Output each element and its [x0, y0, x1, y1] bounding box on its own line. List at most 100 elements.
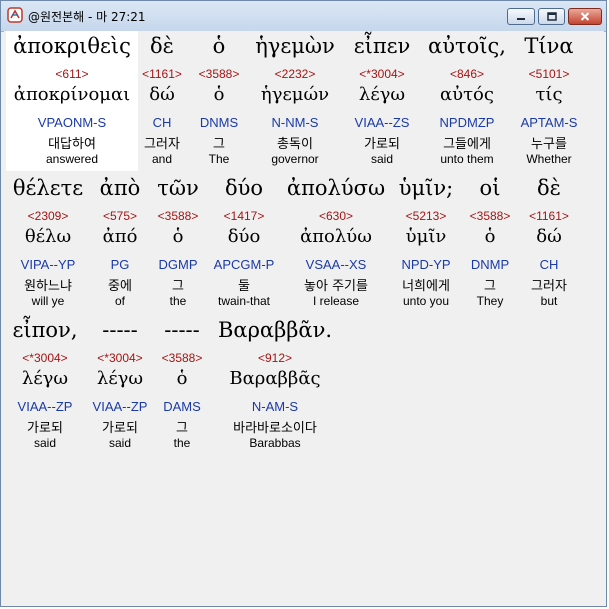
- greek-word: τῶν: [157, 176, 199, 200]
- word-column[interactable]: ἀπολύσω <630> ἀπολύω VSAA--XS 놓아 주기를 I r…: [284, 176, 388, 316]
- english-gloss: Whether: [526, 152, 572, 166]
- english-gloss: said: [33, 436, 56, 450]
- word-column[interactable]: ----- <3588> ὁ DAMS 그 the: [154, 318, 210, 458]
- korean-gloss: 놓아 주기를: [304, 279, 368, 294]
- word-column[interactable]: δύο <1417> δύο APCGM-P 둘 twain-that: [206, 176, 282, 316]
- word-column[interactable]: ὁ <3588> ὁ DNMS 그 The: [194, 34, 244, 174]
- lemma: ἀπολύω: [300, 226, 372, 247]
- korean-gloss: 너희에게: [402, 279, 450, 294]
- greek-word: ἀποκριθεὶς: [13, 34, 131, 58]
- word-column[interactable]: τῶν <3588> ὁ DGMP 그 the: [152, 176, 204, 316]
- maximize-icon: [546, 12, 557, 21]
- parsing-code: VIPA--YP: [20, 257, 76, 272]
- strong-number: <3588>: [469, 209, 511, 223]
- word-column[interactable]: ἡγεμὼν <2232> ἡγεμών N-NM-S 총독이 governor: [250, 34, 340, 174]
- word-column[interactable]: ἀποκριθεὶς <611> ἀποκρίνομαι VPAONM-S 대답…: [6, 34, 138, 174]
- english-gloss: twain-that: [217, 294, 271, 308]
- strong-number: <*3004>: [97, 351, 143, 365]
- word-column[interactable]: εἶπον, <*3004> λέγω VIAA--ZP 가로되 said: [8, 318, 82, 458]
- parsing-code: VIAA--ZP: [92, 399, 148, 414]
- korean-gloss: 가로되: [27, 421, 63, 436]
- close-button[interactable]: [568, 8, 602, 25]
- strong-number: <1161>: [529, 209, 569, 223]
- parsing-code: VIAA--ZS: [354, 115, 410, 130]
- close-icon: [580, 12, 590, 21]
- korean-gloss: 가로되: [102, 421, 138, 436]
- english-gloss: governor: [271, 152, 319, 166]
- strong-number: <3588>: [198, 67, 240, 81]
- app-icon: [7, 7, 23, 23]
- korean-gloss: 누구를: [531, 137, 567, 152]
- word-column[interactable]: Τίνα <5101> τίς APTAM-S 누구를 Whether: [514, 34, 584, 174]
- parsing-code: PG: [110, 257, 130, 272]
- lemma: ὁ: [484, 226, 496, 247]
- parsing-code: DNMS: [199, 115, 239, 130]
- window-title: @원전본해 - 마 27:21: [28, 10, 146, 24]
- parsing-code: NPDMZP: [439, 115, 495, 130]
- word-column[interactable]: δὲ <1161> δώ CH 그러자 and: [138, 34, 186, 174]
- english-gloss: the: [169, 294, 187, 308]
- word-column[interactable]: ὑμῖν; <5213> ὑμῖν NPD-YP 너희에게 unto you: [392, 176, 460, 316]
- parsing-code: CH: [152, 115, 172, 130]
- word-column[interactable]: ἀπὸ <575> ἀπό PG 중에 of: [94, 176, 146, 316]
- parsing-code: VIAA--ZP: [17, 399, 73, 414]
- title-bar[interactable]: @원전본해 - 마 27:21: [1, 1, 606, 32]
- english-gloss: the: [173, 436, 191, 450]
- lemma: δώ: [149, 84, 175, 105]
- parsing-code: DNMP: [470, 257, 510, 272]
- word-column[interactable]: οἱ <3588> ὁ DNMP 그 They: [464, 176, 516, 316]
- lemma: ὁ: [213, 84, 225, 105]
- korean-gloss: 그러자: [531, 279, 567, 294]
- interlinear-content: ἀποκριθεὶς <611> ἀποκρίνομαι VPAONM-S 대답…: [4, 31, 604, 605]
- english-gloss: I release: [312, 294, 360, 308]
- greek-word: Τίνα: [524, 34, 574, 58]
- parsing-code: DGMP: [158, 257, 198, 272]
- korean-gloss: 대답하여: [48, 137, 96, 152]
- korean-gloss: 원하느냐: [24, 279, 72, 294]
- parsing-code: N-NM-S: [271, 115, 319, 130]
- english-gloss: said: [108, 436, 131, 450]
- strong-number: <5213>: [405, 209, 447, 223]
- maximize-button[interactable]: [538, 8, 565, 25]
- korean-gloss: 총독이: [277, 137, 313, 152]
- greek-word: Βαραββᾶν.: [217, 318, 333, 342]
- lemma: ὁ: [172, 226, 184, 247]
- word-column[interactable]: αὐτοῖς, <846> αὐτός NPDMZP 그들에게 unto the…: [422, 34, 512, 174]
- lemma: ἀποκρίνομαι: [13, 84, 131, 105]
- korean-gloss: 그: [484, 279, 496, 294]
- parsing-code: APCGM-P: [213, 257, 275, 272]
- strong-number: <630>: [318, 209, 354, 223]
- greek-word: ὁ: [212, 34, 226, 58]
- korean-gloss: 가로되: [364, 137, 400, 152]
- strong-number: <3588>: [161, 351, 203, 365]
- parsing-code: CH: [539, 257, 559, 272]
- english-gloss: unto you: [402, 294, 450, 308]
- greek-word: οἱ: [479, 176, 501, 200]
- parsing-code: APTAM-S: [520, 115, 578, 130]
- parsing-code: VSAA--XS: [305, 257, 367, 272]
- greek-word: -----: [102, 318, 138, 342]
- korean-gloss: 그: [172, 279, 184, 294]
- greek-word: ἀπὸ: [99, 176, 141, 200]
- lemma: ὁ: [176, 368, 188, 389]
- minimize-icon: [517, 17, 525, 20]
- word-column[interactable]: θέλετε <2309> θέλω VIPA--YP 원하느냐 will ye: [8, 176, 88, 316]
- word-column[interactable]: δὲ <1161> δώ CH 그러자 but: [518, 176, 580, 316]
- korean-gloss: 그러자: [144, 137, 180, 152]
- word-column[interactable]: ----- <*3004> λέγω VIAA--ZP 가로되 said: [86, 318, 154, 458]
- word-column[interactable]: Βαραββᾶν. <912> Βαραββᾶς N-AM-S 바라바로소이다 …: [216, 318, 334, 458]
- lemma: δύο: [227, 226, 261, 247]
- korean-gloss: 둘: [238, 279, 250, 294]
- word-column[interactable]: εἶπεν <*3004> λέγω VIAA--ZS 가로되 said: [346, 34, 418, 174]
- greek-word: αὐτοῖς,: [428, 34, 506, 58]
- korean-gloss: 바라바로소이다: [233, 421, 317, 436]
- parsing-code: DAMS: [163, 399, 201, 414]
- strong-number: <2232>: [274, 67, 316, 81]
- greek-word: -----: [164, 318, 200, 342]
- lemma: αὐτός: [440, 84, 494, 105]
- korean-gloss: 그들에게: [443, 137, 491, 152]
- strong-number: <575>: [102, 209, 138, 223]
- english-gloss: of: [114, 294, 125, 308]
- minimize-button[interactable]: [507, 8, 535, 25]
- strong-number: <5101>: [528, 67, 570, 81]
